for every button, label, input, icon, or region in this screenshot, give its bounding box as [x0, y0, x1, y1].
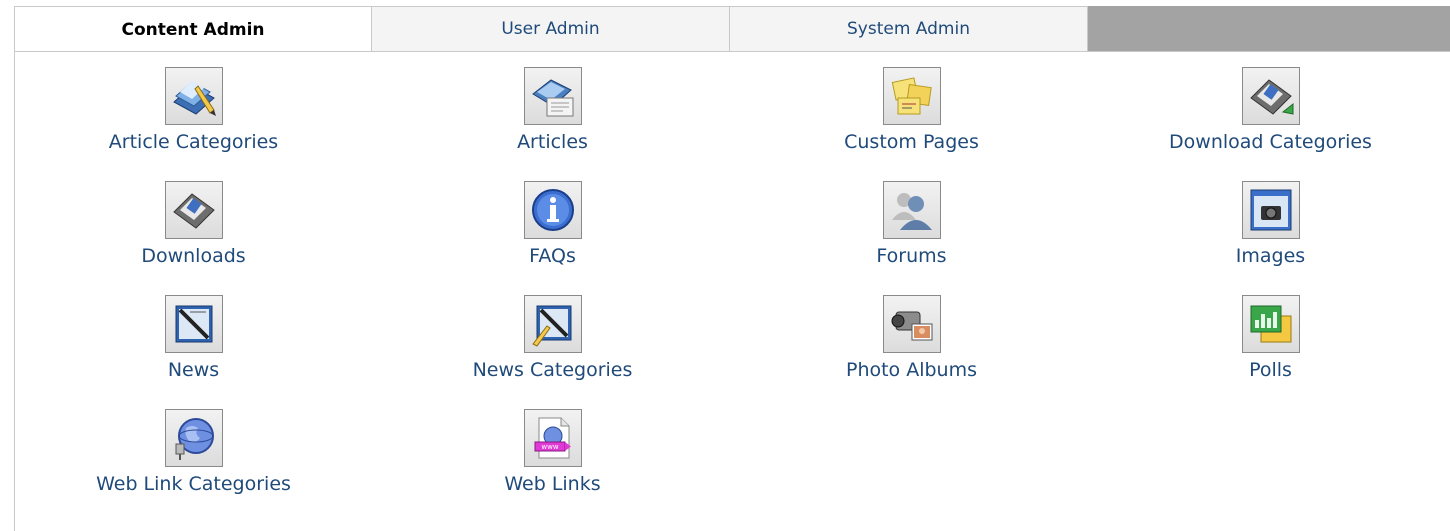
news-categories-icon [523, 295, 582, 353]
news-categories-link[interactable]: News Categories [373, 288, 732, 402]
images-link[interactable]: Images [1091, 174, 1450, 288]
users-icon [882, 181, 941, 239]
download-categories-link[interactable]: Download Categories [1091, 60, 1450, 174]
web-links-label: Web Links [504, 473, 601, 495]
photo-albums-link[interactable]: Photo Albums [732, 288, 1091, 402]
web-link-categories-link[interactable]: Web Link Categories [14, 402, 373, 516]
downloads-link[interactable]: Downloads [14, 174, 373, 288]
admin-icon-grid: Article Categories Articles Custom Pages… [14, 60, 1450, 516]
panel-top-border [374, 51, 1450, 52]
news-label: News [167, 359, 220, 381]
news-link[interactable]: News [14, 288, 373, 402]
images-label: Images [1235, 245, 1306, 267]
news-icon [164, 295, 223, 353]
polls-link[interactable]: Polls [1091, 288, 1450, 402]
download-categories-icon [1241, 67, 1300, 125]
tab-system-admin[interactable]: System Admin [730, 6, 1088, 52]
forums-label: Forums [876, 245, 947, 267]
articles-link[interactable]: Articles [373, 60, 732, 174]
web-links-link[interactable]: www Web Links [373, 402, 732, 516]
faqs-label: FAQs [529, 245, 576, 267]
info-icon [523, 181, 582, 239]
globe-plug-icon [164, 409, 223, 467]
downloads-label: Downloads [141, 245, 246, 267]
article-categories-link[interactable]: Article Categories [14, 60, 373, 174]
sticky-notes-icon [882, 67, 941, 125]
web-link-categories-label: Web Link Categories [96, 473, 291, 495]
downloads-icon [164, 181, 223, 239]
camera-window-icon [1241, 181, 1300, 239]
custom-pages-label: Custom Pages [844, 131, 979, 153]
article-categories-icon [164, 67, 223, 125]
tab-user-admin[interactable]: User Admin [372, 6, 730, 52]
poll-chart-icon [1241, 295, 1300, 353]
photo-albums-label: Photo Albums [845, 359, 978, 381]
article-categories-label: Article Categories [108, 131, 279, 153]
polls-label: Polls [1249, 359, 1292, 381]
tab-bar-filler [1088, 6, 1450, 52]
download-categories-label: Download Categories [1169, 131, 1372, 153]
web-document-icon: www [523, 409, 582, 467]
faqs-link[interactable]: FAQs [373, 174, 732, 288]
admin-tabs: Content Admin User Admin System Admin [14, 6, 1450, 52]
news-categories-label: News Categories [472, 359, 633, 381]
articles-label: Articles [517, 131, 588, 153]
forums-link[interactable]: Forums [732, 174, 1091, 288]
tab-content-admin[interactable]: Content Admin [14, 6, 372, 52]
articles-icon [523, 67, 582, 125]
svg-text:www: www [541, 443, 558, 451]
custom-pages-link[interactable]: Custom Pages [732, 60, 1091, 174]
camcorder-icon [882, 295, 941, 353]
